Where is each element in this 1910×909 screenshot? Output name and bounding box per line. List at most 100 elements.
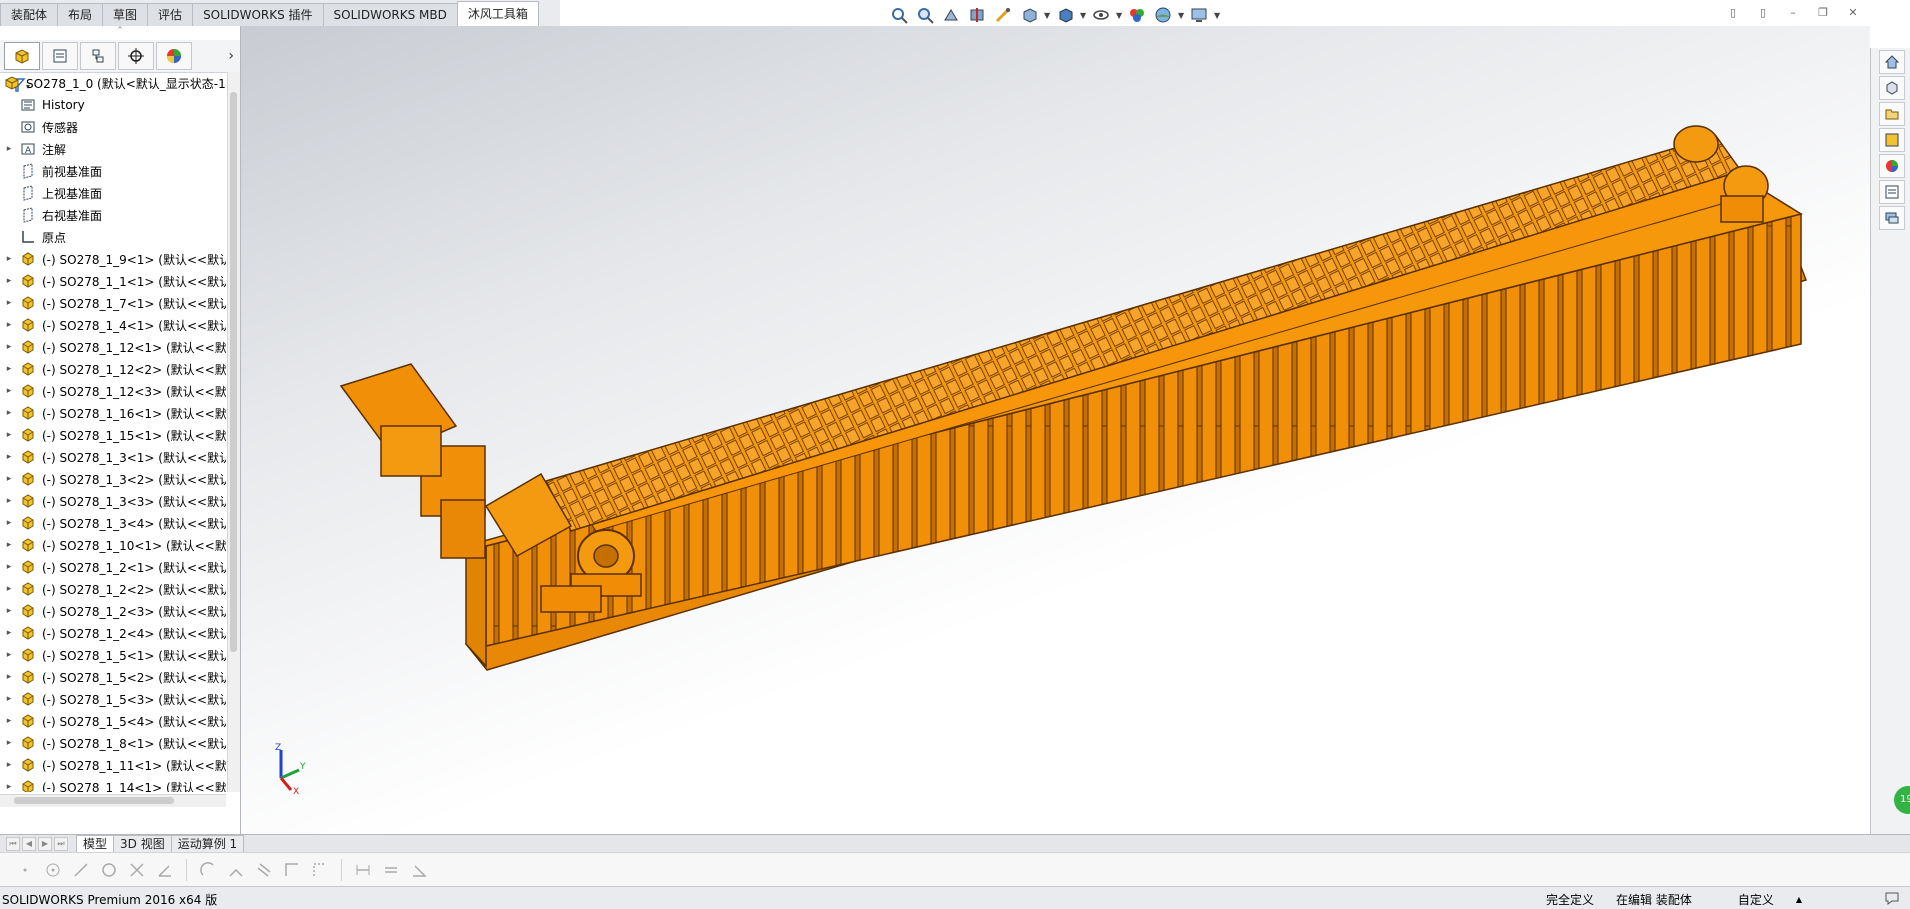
tab-mufeng-toolbox[interactable]: 沐风工具箱 [456,1,539,26]
tree-item[interactable]: 上视基准面 [0,182,226,204]
tree-item[interactable]: ▸ (-) SO278_1_2<3> (默认<<默认 [0,600,226,622]
tab-3d-views[interactable]: 3D 视图 [113,835,172,853]
tree-item[interactable]: ▸ (-) SO278_1_3<4> (默认<<默认 [0,512,226,534]
tab-sketch[interactable]: 草图 [102,3,149,26]
chevron-right-icon[interactable]: › [228,48,234,64]
tree-horizontal-scrollbar[interactable] [0,794,226,807]
configurationmanager-tab-icon[interactable] [80,42,116,70]
tree-item[interactable]: 右视基准面 [0,204,226,226]
zoom-to-fit-icon[interactable] [888,4,910,26]
tree-item[interactable]: ▸ (-) SO278_1_9<1> (默认<<默认 [0,248,226,270]
expand-arrow-icon[interactable]: ▸ [0,716,18,726]
expand-arrow-icon[interactable]: ▸ [0,254,18,264]
expand-arrow-icon[interactable]: ▸ [0,386,18,396]
expand-arrow-icon[interactable]: ▸ [0,474,18,484]
angle-dimension-icon[interactable] [408,859,430,881]
custom-properties-icon[interactable] [1879,180,1905,204]
fillet-icon[interactable] [225,859,247,881]
tree-vertical-scrollbar[interactable] [227,72,240,792]
expand-arrow-icon[interactable]: ▸ [0,628,18,638]
help-icon[interactable] [1884,891,1900,908]
tree-item[interactable]: ▸ (-) SO278_1_12<1> (默认<<默认 [0,336,226,358]
tree-item[interactable]: ▸ (-) SO278_1_8<1> (默认<<默认 [0,732,226,754]
tree-item[interactable]: ▸ A 注解 [0,138,226,160]
dimension-icon[interactable] [352,859,374,881]
tree-item[interactable]: History [0,94,226,116]
apply-scene-dropdown-icon[interactable]: ▼ [1178,11,1184,20]
panel-splitter-handle[interactable]: ⌃ [0,26,240,40]
tree-item[interactable]: ▸ (-) SO278_1_12<2> (默认<<默认 [0,358,226,380]
tree-item[interactable]: ▸ (-) SO278_1_1<1> (默认<<默认 [0,270,226,292]
tree-item[interactable]: ▸ (-) SO278_1_5<1> (默认<<默认 [0,644,226,666]
expand-arrow-icon[interactable]: ▸ [0,738,18,748]
tree-item[interactable]: ▸ (-) SO278_1_16<1> (默认<<默认 [0,402,226,424]
tree-item[interactable]: ▸ (-) SO278_1_2<1> (默认<<默认 [0,556,226,578]
graphics-area[interactable]: Z Y X [241,26,1870,834]
expand-arrow-icon[interactable]: ▸ [0,298,18,308]
zoom-to-area-icon[interactable] [914,4,936,26]
center-point-icon[interactable] [42,859,64,881]
dimxpertmanager-tab-icon[interactable] [118,42,154,70]
tree-item[interactable]: 前视基准面 [0,160,226,182]
tab-motion-study-1[interactable]: 运动算例 1 [170,835,245,853]
tree-root[interactable]: SO278_1_0 (默认<默认_显示状态-1> [0,72,226,94]
expand-arrow-icon[interactable]: ▸ [0,540,18,550]
arc-icon[interactable] [197,859,219,881]
units-dropdown-icon[interactable]: ▲ [1796,895,1802,904]
view-orientation-icon[interactable] [1018,4,1040,26]
units-selector[interactable]: 自定义 [1738,891,1774,908]
expand-arrow-icon[interactable]: ▸ [0,584,18,594]
view-settings-icon[interactable] [1188,4,1210,26]
display-style-icon[interactable] [1054,4,1076,26]
section-view-icon[interactable] [966,4,988,26]
tree-item[interactable]: ▸ (-) SO278_1_3<3> (默认<<默认 [0,490,226,512]
apply-scene-icon[interactable] [1152,4,1174,26]
expand-arrow-icon[interactable]: ▸ [0,562,18,572]
first-tab-icon[interactable]: ⏮ [6,837,20,851]
propertymanager-tab-icon[interactable] [42,42,78,70]
hide-show-items-icon[interactable] [1090,4,1112,26]
display-style-dropdown-icon[interactable]: ▼ [1080,11,1086,20]
tree-item[interactable]: ▸ (-) SO278_1_14<1> (默认<<默认 [0,776,226,792]
displaymanager-tab-icon[interactable] [156,42,192,70]
minimize-icon[interactable]: – [1784,6,1802,22]
expand-arrow-icon[interactable]: ▸ [0,496,18,506]
appearances-icon[interactable] [1879,154,1905,178]
corner-icon[interactable] [281,859,303,881]
restore-icon[interactable]: ❐ [1814,6,1832,22]
expand-arrow-icon[interactable]: ▸ [0,782,18,792]
dynamic-annotation-icon[interactable] [992,4,1014,26]
tree-item[interactable]: ▸ (-) SO278_1_5<4> (默认<<默认 [0,710,226,732]
expand-arrow-icon[interactable]: ▸ [0,650,18,660]
prev-tab-icon[interactable]: ◀ [22,837,36,851]
expand-arrow-icon[interactable]: ▸ [0,342,18,352]
tab-solidworks-mbd[interactable]: SOLIDWORKS MBD [322,3,458,26]
tab-layout[interactable]: 布局 [57,3,104,26]
next-tab-icon[interactable]: ▶ [38,837,52,851]
tab-assembly[interactable]: 装配体 [0,3,59,26]
expand-arrow-icon[interactable]: ▸ [0,452,18,462]
tree-item[interactable]: ▸ (-) SO278_1_12<3> (默认<<默认 [0,380,226,402]
angle-icon[interactable] [154,859,176,881]
expand-arrow-icon[interactable]: ▸ [0,408,18,418]
tree-item[interactable]: 传感器 [0,116,226,138]
file-explorer-icon[interactable] [1879,102,1905,126]
tile-left-icon[interactable]: ▯ [1724,6,1742,22]
design-library-icon[interactable] [1879,76,1905,100]
view-orientation-dropdown-icon[interactable]: ▼ [1044,11,1050,20]
scrollbar-thumb[interactable] [14,797,174,804]
previous-view-icon[interactable] [940,4,962,26]
expand-arrow-icon[interactable]: ▸ [0,606,18,616]
tree-item[interactable]: ▸ (-) SO278_1_15<1> (默认<<默认 [0,424,226,446]
last-tab-icon[interactable]: ⏭ [54,837,68,851]
tile-right-icon[interactable]: ▯ [1754,6,1772,22]
expand-arrow-icon[interactable]: ▸ [0,672,18,682]
home-icon[interactable] [1879,50,1905,74]
relation-icon[interactable] [380,859,402,881]
point-icon[interactable] [14,859,36,881]
view-settings-dropdown-icon[interactable]: ▼ [1214,11,1220,20]
forum-icon[interactable] [1879,206,1905,230]
tab-model[interactable]: 模型 [76,835,115,853]
tree-item[interactable]: ▸ (-) SO278_1_3<2> (默认<<默认 [0,468,226,490]
expand-arrow-icon[interactable]: ▸ [0,430,18,440]
